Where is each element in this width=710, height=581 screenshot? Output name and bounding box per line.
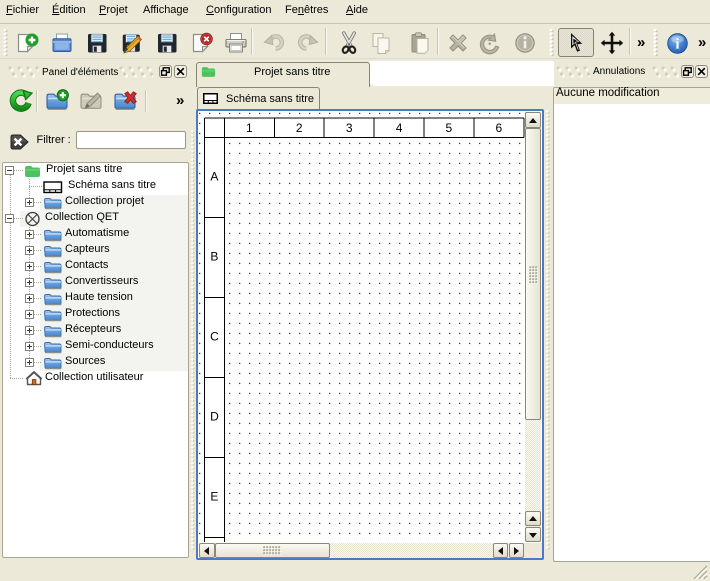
svg-text:E: E	[210, 490, 218, 504]
svg-text:6: 6	[496, 121, 503, 135]
svg-text:i: i	[675, 36, 679, 52]
svg-text:5: 5	[446, 121, 453, 135]
svg-text:D: D	[210, 410, 219, 424]
svg-text:B: B	[210, 250, 218, 264]
svg-text:2: 2	[296, 121, 303, 135]
svg-text:4: 4	[396, 121, 403, 135]
svg-text:A: A	[210, 170, 218, 184]
svg-text:1: 1	[246, 121, 253, 135]
svg-text:3: 3	[346, 121, 353, 135]
svg-text:C: C	[210, 330, 219, 344]
